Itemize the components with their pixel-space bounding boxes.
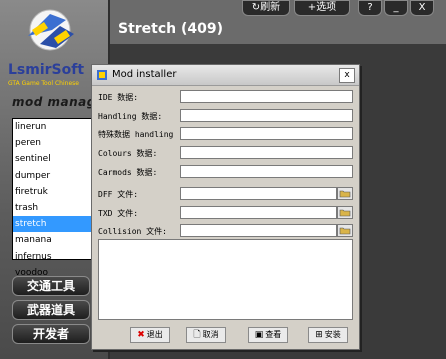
top-toolbar: ↻刷新 +选项 ? _ X	[240, 0, 446, 16]
exit-button[interactable]: ✖ 退出	[130, 327, 170, 343]
logo-title: LsmirSoft	[8, 62, 85, 78]
log-area[interactable]	[98, 239, 353, 320]
dff-input[interactable]	[180, 187, 337, 200]
close-x-icon: ✖	[137, 330, 145, 340]
dialog-title: Mod installer	[112, 69, 177, 80]
logo-subtitle: GTA Game Tool Chinese	[8, 80, 79, 87]
dialog-close-button[interactable]: x	[339, 68, 355, 83]
dff-label: DFF 文件:	[98, 190, 139, 199]
logo-icon	[28, 9, 74, 51]
mod-installer-dialog: Mod installer x IDE 数据: Handling 数据: 特殊数…	[91, 64, 360, 350]
list-item[interactable]: peren	[13, 135, 95, 151]
list-item[interactable]: trash	[13, 200, 95, 216]
install-icon: ⊞	[315, 330, 323, 340]
handling-label: Handling 数据:	[98, 112, 163, 121]
dialog-titlebar[interactable]: Mod installer x	[92, 65, 359, 86]
view-icon: ▣	[254, 330, 264, 340]
list-item[interactable]: firetruk	[13, 184, 95, 200]
list-item[interactable]: manana	[13, 232, 95, 248]
special-handling-input[interactable]	[180, 127, 353, 140]
ide-input[interactable]	[180, 90, 353, 103]
ide-label: IDE 数据:	[98, 93, 139, 102]
list-item[interactable]: sentinel	[13, 151, 95, 167]
weapons-button[interactable]: 武器道具	[12, 300, 90, 320]
cancel-button[interactable]: 🗋 取消	[186, 327, 226, 343]
plus-icon: +	[307, 2, 317, 13]
document-icon: 🗋	[193, 330, 201, 340]
help-button[interactable]: ?	[358, 0, 382, 16]
minimize-button[interactable]: _	[384, 0, 408, 16]
view-button[interactable]: ▣ 查看	[248, 327, 288, 343]
folder-icon	[339, 227, 351, 235]
dff-browse-button[interactable]	[337, 187, 353, 200]
refresh-icon: ↻	[251, 2, 261, 13]
vehicles-button[interactable]: 交通工具	[12, 276, 90, 296]
options-button[interactable]: +选项	[294, 0, 350, 16]
folder-icon	[339, 190, 351, 198]
install-button[interactable]: ⊞ 安装	[308, 327, 348, 343]
list-item[interactable]: dumper	[13, 168, 95, 184]
developer-button[interactable]: 开发者	[12, 324, 90, 344]
close-button[interactable]: X	[410, 0, 434, 16]
title-bar: Stretch (409)	[110, 16, 446, 42]
collision-input[interactable]	[180, 224, 337, 237]
mod-list[interactable]: linerun peren sentinel dumper firetruk t…	[12, 118, 96, 278]
txd-label: TXD 文件:	[98, 209, 139, 218]
list-item[interactable]: infernus	[13, 249, 95, 265]
refresh-button[interactable]: ↻刷新	[242, 0, 290, 16]
list-item[interactable]: linerun	[13, 119, 95, 135]
colours-label: Colours 数据:	[98, 149, 158, 158]
app-icon	[96, 69, 108, 81]
list-item-selected[interactable]: stretch	[13, 216, 95, 233]
folder-icon	[339, 209, 351, 217]
page-title: Stretch (409)	[118, 21, 224, 37]
txd-input[interactable]	[180, 206, 337, 219]
carmods-input[interactable]	[180, 165, 353, 178]
carmods-label: Carmods 数据:	[98, 168, 158, 177]
collision-label: Collision 文件:	[98, 227, 167, 236]
colours-input[interactable]	[180, 146, 353, 159]
txd-browse-button[interactable]	[337, 206, 353, 219]
handling-input[interactable]	[180, 109, 353, 122]
collision-browse-button[interactable]	[337, 224, 353, 237]
special-handling-label: 特殊数据 handling	[98, 130, 174, 139]
